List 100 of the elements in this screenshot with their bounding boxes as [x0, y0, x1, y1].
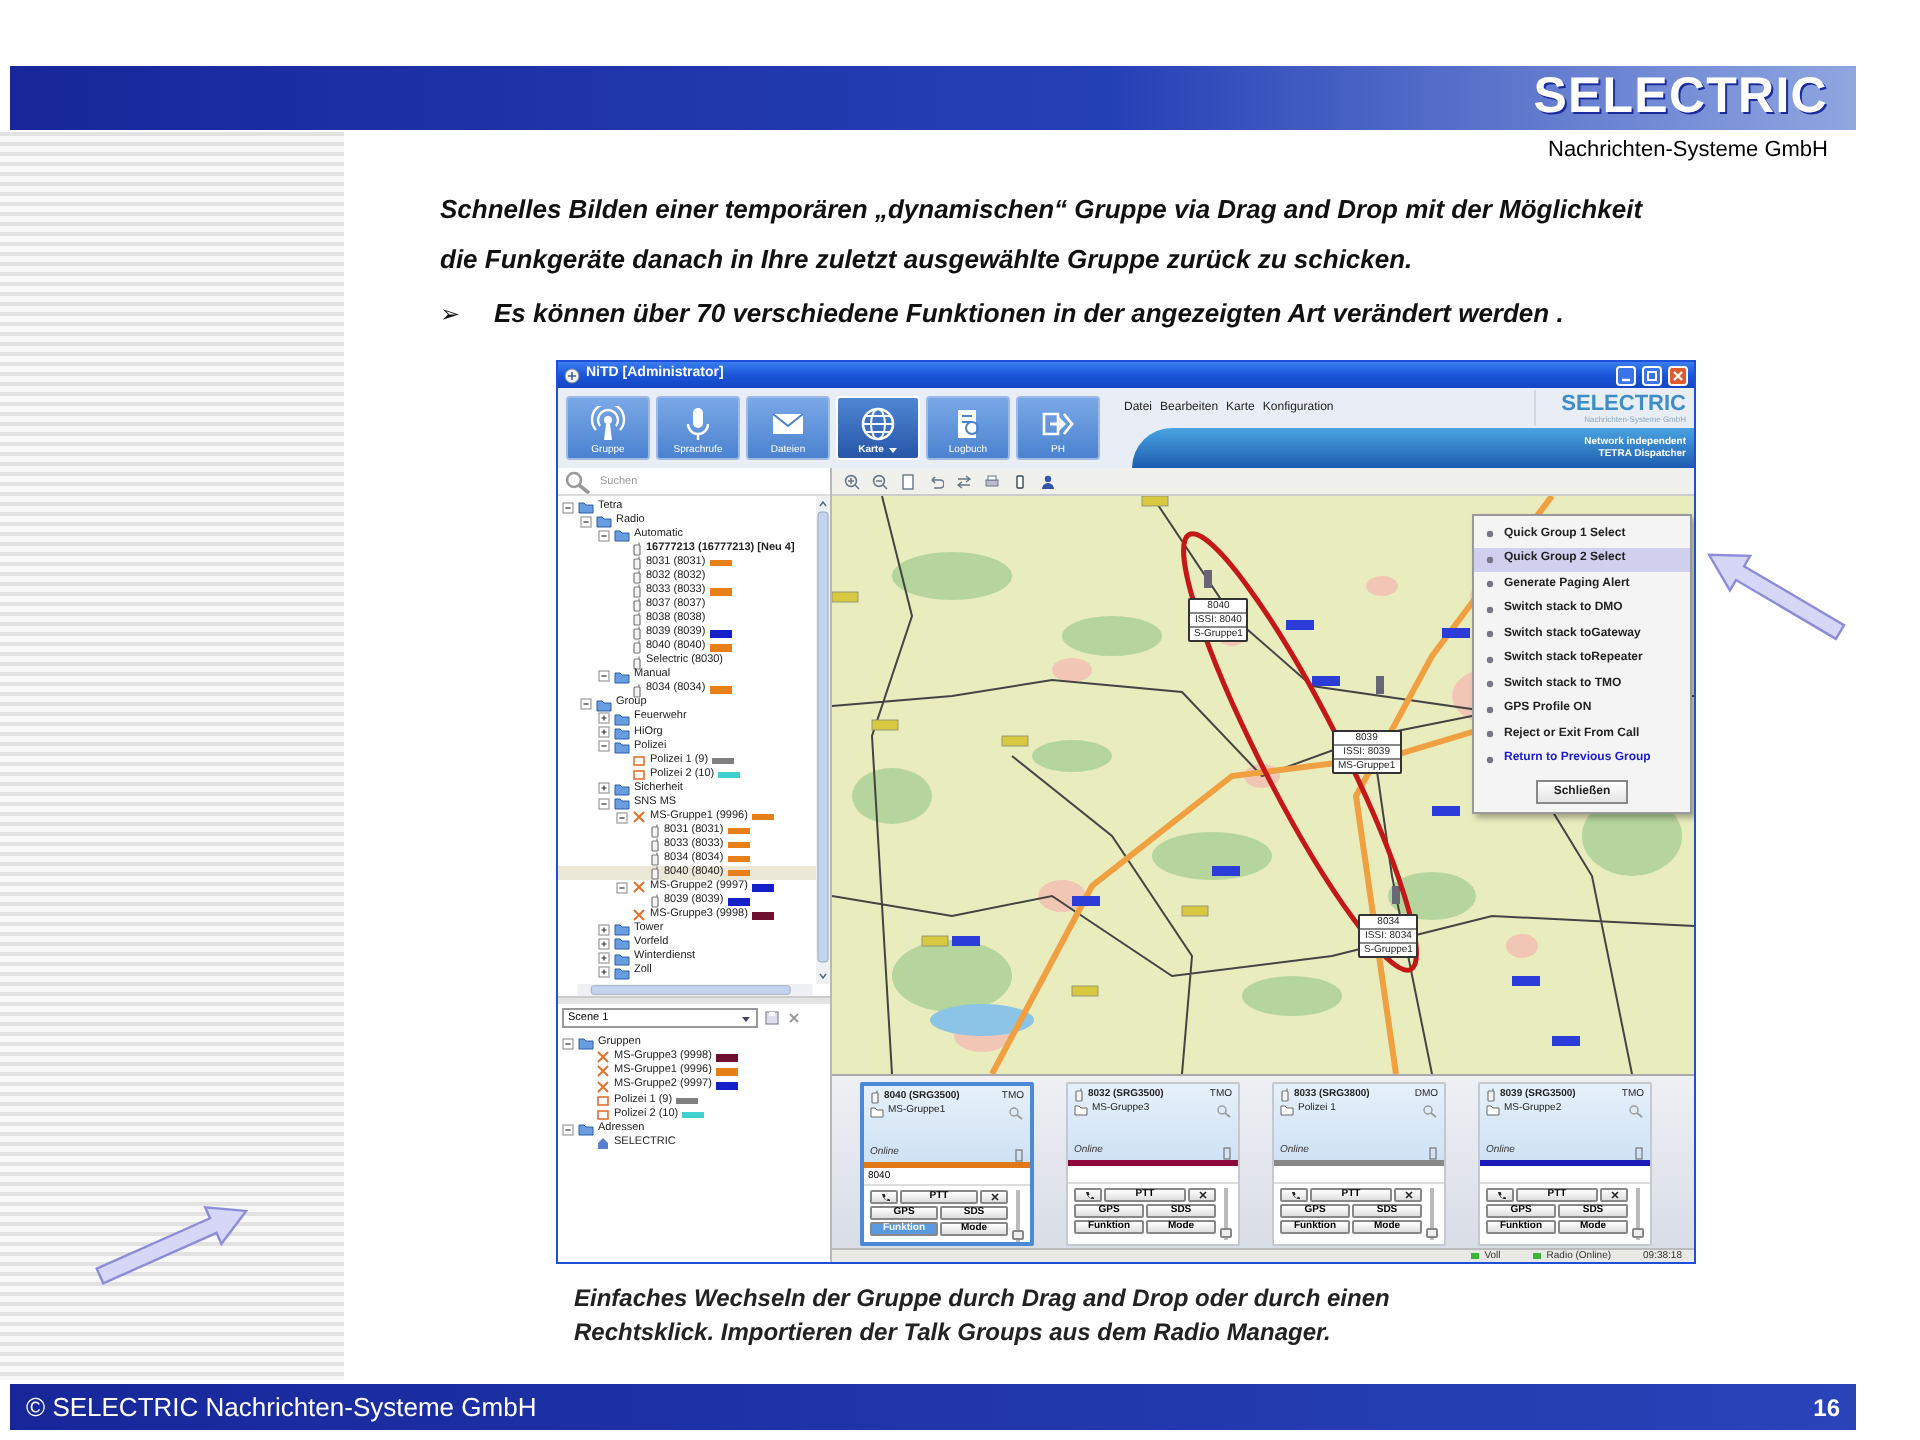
- collapse-icon[interactable]: [616, 881, 628, 894]
- undo-icon[interactable]: [928, 473, 944, 489]
- radio-icon: [650, 894, 660, 909]
- search-icon[interactable]: [1628, 1103, 1644, 1117]
- maximize-button[interactable]: [1642, 365, 1662, 385]
- folder-icon: [1486, 1104, 1500, 1116]
- collapse-icon[interactable]: [562, 1037, 574, 1050]
- phone-icon: [1495, 1190, 1505, 1200]
- logo-text: SELECTRIC: [1533, 66, 1828, 129]
- close-button[interactable]: [1668, 365, 1688, 385]
- collapse-icon[interactable]: [598, 529, 610, 542]
- bullet-icon: [1486, 655, 1494, 664]
- folder-icon: [870, 1106, 884, 1118]
- hangup-button[interactable]: [1394, 1188, 1422, 1202]
- print-icon[interactable]: [984, 473, 1000, 489]
- search-icon: [562, 469, 594, 493]
- status-icon: [1532, 1252, 1543, 1260]
- bullet-icon: [1486, 630, 1494, 639]
- radio-icon: [632, 683, 642, 698]
- bullet-icon: [1486, 555, 1494, 564]
- battery-icon: [1634, 1145, 1644, 1159]
- folder-icon: [1074, 1104, 1088, 1116]
- collapse-icon[interactable]: [562, 501, 574, 514]
- folder-icon: [1280, 1104, 1294, 1116]
- cross-icon: [989, 1192, 999, 1202]
- status-icon: [1470, 1252, 1481, 1260]
- radio-icon: [1074, 1088, 1084, 1102]
- maximize-icon: [1644, 367, 1660, 383]
- tagline-text: Nachrichten-Systeme GmbH: [1548, 135, 1828, 166]
- home-icon: [596, 1136, 610, 1151]
- slider-thumb[interactable]: [1012, 1229, 1024, 1240]
- search-icon[interactable]: [1216, 1103, 1232, 1117]
- volume-slider[interactable]: [1632, 1188, 1644, 1240]
- collapse-icon[interactable]: [616, 811, 628, 824]
- expand-icon[interactable]: [598, 937, 610, 950]
- bullet-marker: ➢: [440, 298, 462, 332]
- expand-icon[interactable]: [598, 782, 610, 795]
- collapse-icon[interactable]: [598, 797, 610, 809]
- zoom-in-icon[interactable]: [844, 473, 860, 489]
- search-icon[interactable]: [1008, 1105, 1024, 1119]
- hangup-button[interactable]: [1188, 1188, 1216, 1202]
- expand-icon[interactable]: [598, 726, 610, 739]
- logo-text: SELECTRIC: [1561, 393, 1686, 415]
- bullet-icon: [1486, 680, 1494, 689]
- cross-icon: [632, 880, 646, 895]
- bullet-icon: [1486, 755, 1494, 764]
- bullet-icon: [1486, 530, 1494, 539]
- expand-icon[interactable]: [598, 712, 610, 725]
- radio-icon: [1280, 1088, 1290, 1102]
- volume-slider[interactable]: [1426, 1188, 1438, 1240]
- cross-icon: [632, 810, 646, 825]
- slider-thumb[interactable]: [1632, 1227, 1644, 1238]
- cross-icon: [1197, 1190, 1207, 1200]
- intro-paragraph: Schnelles Bilden einer temporären „dynamischen“ Gruppe via Drag and Drop mit der Möglichkeit die Funkgeräte danach in Ihre zuletzt ausgewählte Gruppe zurück zu schicken.: [440, 192, 1645, 278]
- app-icon: [564, 367, 580, 383]
- close-icon: [1670, 367, 1686, 383]
- expand-icon[interactable]: [598, 923, 610, 936]
- slider-thumb[interactable]: [1220, 1227, 1232, 1238]
- collapse-icon[interactable]: [580, 698, 592, 711]
- bullet-text: Es können über 70 verschiedene Funktionen in der angezeigten Art verändert werden .: [494, 296, 1564, 333]
- person-icon[interactable]: [1040, 473, 1056, 489]
- call-button[interactable]: [1280, 1188, 1308, 1202]
- phone-icon: [879, 1192, 889, 1202]
- save-icon[interactable]: [764, 1010, 780, 1026]
- volume-slider[interactable]: [1220, 1188, 1232, 1240]
- collapse-icon[interactable]: [598, 670, 610, 683]
- volume-slider[interactable]: [1012, 1190, 1024, 1242]
- page-number: 16: [1813, 1391, 1840, 1425]
- bullet-icon: [1486, 730, 1494, 739]
- minimize-button[interactable]: [1616, 365, 1636, 385]
- search-icon[interactable]: [1422, 1103, 1438, 1117]
- arrows-icon[interactable]: [956, 473, 972, 489]
- slider-thumb[interactable]: [1426, 1227, 1438, 1238]
- phone-icon: [1083, 1190, 1093, 1200]
- collapse-icon[interactable]: [562, 1123, 574, 1136]
- scrollbar[interactable]: [816, 496, 830, 984]
- radio-icon: [870, 1090, 880, 1104]
- battery-icon: [1428, 1145, 1438, 1159]
- call-button[interactable]: [1486, 1188, 1514, 1202]
- caption-text: Einfaches Wechseln der Gruppe durch Drag and Drop oder durch einen Rechtsklick. Importieren der Talk Groups aus dem Radio Manager.: [574, 1282, 1392, 1350]
- call-button[interactable]: [870, 1190, 898, 1204]
- radio-icon: [1486, 1088, 1496, 1102]
- cross-icon: [1403, 1190, 1413, 1200]
- globe-icon: [860, 406, 896, 442]
- zoom-out-icon[interactable]: [872, 473, 888, 489]
- expand-icon[interactable]: [598, 966, 610, 979]
- collapse-icon[interactable]: [598, 740, 610, 753]
- radio-icon[interactable]: [1012, 473, 1028, 489]
- page-icon[interactable]: [900, 473, 916, 489]
- bullet-icon: [1486, 605, 1494, 614]
- battery-icon: [1014, 1147, 1024, 1161]
- hangup-button[interactable]: [1600, 1188, 1628, 1202]
- hangup-button[interactable]: [980, 1190, 1008, 1204]
- collapse-icon[interactable]: [580, 515, 592, 528]
- close-icon[interactable]: [786, 1010, 802, 1026]
- bullet-icon: [1486, 580, 1494, 589]
- bullet-icon: [1486, 705, 1494, 714]
- caret-icon: [740, 1013, 752, 1023]
- expand-icon[interactable]: [598, 952, 610, 965]
- call-button[interactable]: [1074, 1188, 1102, 1202]
